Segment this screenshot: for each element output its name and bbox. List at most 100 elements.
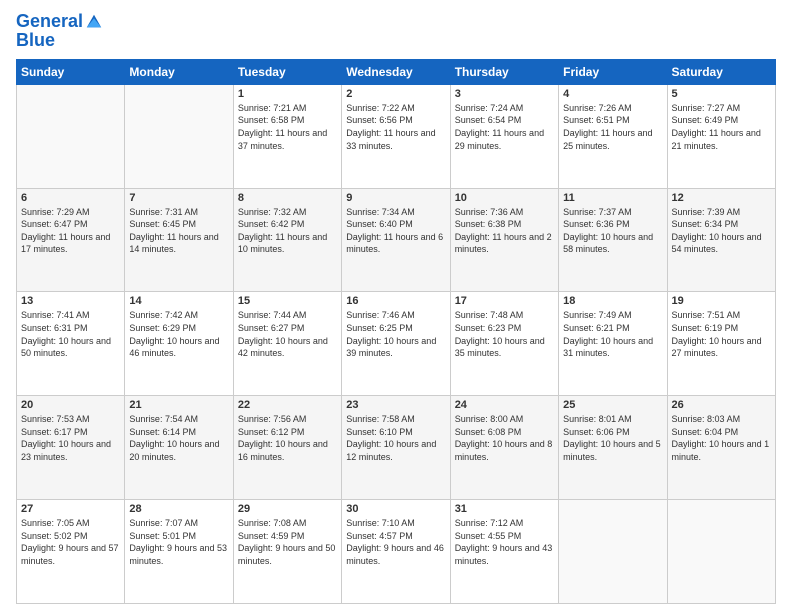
cell-content: Sunrise: 7:29 AM Sunset: 6:47 PM Dayligh… [21, 206, 120, 256]
day-number: 20 [21, 399, 120, 411]
day-number: 18 [563, 295, 662, 307]
day-number: 12 [672, 192, 771, 204]
cell-content: Sunrise: 8:03 AM Sunset: 6:04 PM Dayligh… [672, 413, 771, 463]
cell-content: Sunrise: 7:24 AM Sunset: 6:54 PM Dayligh… [455, 102, 554, 152]
weekday-header: Sunday [17, 59, 125, 84]
day-number: 4 [563, 88, 662, 100]
day-number: 17 [455, 295, 554, 307]
calendar-cell: 2 Sunrise: 7:22 AM Sunset: 6:56 PM Daylig… [342, 84, 450, 188]
day-number: 29 [238, 503, 337, 515]
calendar-table: SundayMondayTuesdayWednesdayThursdayFrid… [16, 59, 776, 604]
weekday-header: Wednesday [342, 59, 450, 84]
cell-content: Sunrise: 7:54 AM Sunset: 6:14 PM Dayligh… [129, 413, 228, 463]
day-number: 23 [346, 399, 445, 411]
cell-content: Sunrise: 7:26 AM Sunset: 6:51 PM Dayligh… [563, 102, 662, 152]
day-number: 26 [672, 399, 771, 411]
calendar-cell [17, 84, 125, 188]
calendar-cell: 26 Sunrise: 8:03 AM Sunset: 6:04 PM Dayli… [667, 396, 775, 500]
day-number: 30 [346, 503, 445, 515]
calendar-cell [125, 84, 233, 188]
calendar-week-row: 6 Sunrise: 7:29 AM Sunset: 6:47 PM Daylig… [17, 188, 776, 292]
cell-content: Sunrise: 7:37 AM Sunset: 6:36 PM Dayligh… [563, 206, 662, 256]
day-number: 2 [346, 88, 445, 100]
calendar-cell: 29 Sunrise: 7:08 AM Sunset: 4:59 PM Dayli… [233, 500, 341, 604]
calendar-cell: 27Sunrise: 7:05 AM Sunset: 5:02 PM Dayli… [17, 500, 125, 604]
day-number: 21 [129, 399, 228, 411]
calendar-cell: 22 Sunrise: 7:56 AM Sunset: 6:12 PM Dayli… [233, 396, 341, 500]
logo: General Blue [16, 12, 103, 51]
calendar-cell: 1Sunrise: 7:21 AM Sunset: 6:58 PM Daylig… [233, 84, 341, 188]
calendar-cell: 14Sunrise: 7:42 AM Sunset: 6:29 PM Dayli… [125, 292, 233, 396]
calendar-cell: 18 Sunrise: 7:49 AM Sunset: 6:21 PM Dayli… [559, 292, 667, 396]
logo-text: General [16, 12, 83, 32]
calendar-cell: 13 Sunrise: 7:41 AM Sunset: 6:31 PM Dayli… [17, 292, 125, 396]
cell-content: Sunrise: 8:00 AM Sunset: 6:08 PM Dayligh… [455, 413, 554, 463]
cell-content: Sunrise: 7:53 AM Sunset: 6:17 PM Dayligh… [21, 413, 120, 463]
cell-content: Sunrise: 7:10 AM Sunset: 4:57 PM Dayligh… [346, 517, 445, 567]
weekday-header: Tuesday [233, 59, 341, 84]
day-number: 8 [238, 192, 337, 204]
cell-content: Sunrise: 8:01 AM Sunset: 6:06 PM Dayligh… [563, 413, 662, 463]
calendar-cell: 15 Sunrise: 7:44 AM Sunset: 6:27 PM Dayli… [233, 292, 341, 396]
cell-content: Sunrise: 7:27 AM Sunset: 6:49 PM Dayligh… [672, 102, 771, 152]
weekday-header: Monday [125, 59, 233, 84]
day-number: 22 [238, 399, 337, 411]
day-number: 25 [563, 399, 662, 411]
calendar-cell [559, 500, 667, 604]
day-number: 13 [21, 295, 120, 307]
day-number: 15 [238, 295, 337, 307]
cell-content: Sunrise: 7:44 AM Sunset: 6:27 PM Dayligh… [238, 309, 337, 359]
calendar-cell: 12Sunrise: 7:39 AM Sunset: 6:34 PM Dayli… [667, 188, 775, 292]
day-number: 1 [238, 88, 337, 100]
calendar-cell: 21 Sunrise: 7:54 AM Sunset: 6:14 PM Dayli… [125, 396, 233, 500]
calendar-cell: 19Sunrise: 7:51 AM Sunset: 6:19 PM Dayli… [667, 292, 775, 396]
day-number: 31 [455, 503, 554, 515]
day-number: 5 [672, 88, 771, 100]
cell-content: Sunrise: 7:51 AM Sunset: 6:19 PM Dayligh… [672, 309, 771, 359]
calendar-cell: 6 Sunrise: 7:29 AM Sunset: 6:47 PM Daylig… [17, 188, 125, 292]
day-number: 7 [129, 192, 228, 204]
cell-content: Sunrise: 7:46 AM Sunset: 6:25 PM Dayligh… [346, 309, 445, 359]
logo-blue: Blue [16, 30, 103, 51]
calendar-cell: 4 Sunrise: 7:26 AM Sunset: 6:51 PM Daylig… [559, 84, 667, 188]
calendar-cell: 28Sunrise: 7:07 AM Sunset: 5:01 PM Dayli… [125, 500, 233, 604]
calendar-cell: 20 Sunrise: 7:53 AM Sunset: 6:17 PM Dayli… [17, 396, 125, 500]
calendar-cell: 8Sunrise: 7:32 AM Sunset: 6:42 PM Daylig… [233, 188, 341, 292]
cell-content: Sunrise: 7:07 AM Sunset: 5:01 PM Dayligh… [129, 517, 228, 567]
cell-content: Sunrise: 7:36 AM Sunset: 6:38 PM Dayligh… [455, 206, 554, 256]
day-number: 6 [21, 192, 120, 204]
day-number: 3 [455, 88, 554, 100]
cell-content: Sunrise: 7:08 AM Sunset: 4:59 PM Dayligh… [238, 517, 337, 567]
calendar-cell: 7 Sunrise: 7:31 AM Sunset: 6:45 PM Daylig… [125, 188, 233, 292]
logo-icon [85, 13, 103, 31]
calendar-cell: 3 Sunrise: 7:24 AM Sunset: 6:54 PM Daylig… [450, 84, 558, 188]
calendar-cell: 10 Sunrise: 7:36 AM Sunset: 6:38 PM Dayli… [450, 188, 558, 292]
weekday-header: Friday [559, 59, 667, 84]
calendar-cell: 25 Sunrise: 8:01 AM Sunset: 6:06 PM Dayli… [559, 396, 667, 500]
weekday-header: Thursday [450, 59, 558, 84]
day-number: 27 [21, 503, 120, 515]
cell-content: Sunrise: 7:12 AM Sunset: 4:55 PM Dayligh… [455, 517, 554, 567]
day-number: 10 [455, 192, 554, 204]
day-number: 16 [346, 295, 445, 307]
cell-content: Sunrise: 7:31 AM Sunset: 6:45 PM Dayligh… [129, 206, 228, 256]
calendar-week-row: 27Sunrise: 7:05 AM Sunset: 5:02 PM Dayli… [17, 500, 776, 604]
cell-content: Sunrise: 7:56 AM Sunset: 6:12 PM Dayligh… [238, 413, 337, 463]
cell-content: Sunrise: 7:49 AM Sunset: 6:21 PM Dayligh… [563, 309, 662, 359]
cell-content: Sunrise: 7:22 AM Sunset: 6:56 PM Dayligh… [346, 102, 445, 152]
calendar-cell: 11 Sunrise: 7:37 AM Sunset: 6:36 PM Dayli… [559, 188, 667, 292]
calendar-cell: 9 Sunrise: 7:34 AM Sunset: 6:40 PM Daylig… [342, 188, 450, 292]
day-number: 11 [563, 192, 662, 204]
calendar-cell: 23 Sunrise: 7:58 AM Sunset: 6:10 PM Dayli… [342, 396, 450, 500]
cell-content: Sunrise: 7:42 AM Sunset: 6:29 PM Dayligh… [129, 309, 228, 359]
calendar-week-row: 13 Sunrise: 7:41 AM Sunset: 6:31 PM Dayli… [17, 292, 776, 396]
calendar-week-row: 20 Sunrise: 7:53 AM Sunset: 6:17 PM Dayli… [17, 396, 776, 500]
page: General Blue SundayMondayTuesdayWednesda… [0, 0, 792, 612]
cell-content: Sunrise: 7:34 AM Sunset: 6:40 PM Dayligh… [346, 206, 445, 256]
calendar-cell: 17Sunrise: 7:48 AM Sunset: 6:23 PM Dayli… [450, 292, 558, 396]
day-number: 9 [346, 192, 445, 204]
cell-content: Sunrise: 7:58 AM Sunset: 6:10 PM Dayligh… [346, 413, 445, 463]
calendar-cell: 5 Sunrise: 7:27 AM Sunset: 6:49 PM Daylig… [667, 84, 775, 188]
calendar-header-row: SundayMondayTuesdayWednesdayThursdayFrid… [17, 59, 776, 84]
cell-content: Sunrise: 7:41 AM Sunset: 6:31 PM Dayligh… [21, 309, 120, 359]
